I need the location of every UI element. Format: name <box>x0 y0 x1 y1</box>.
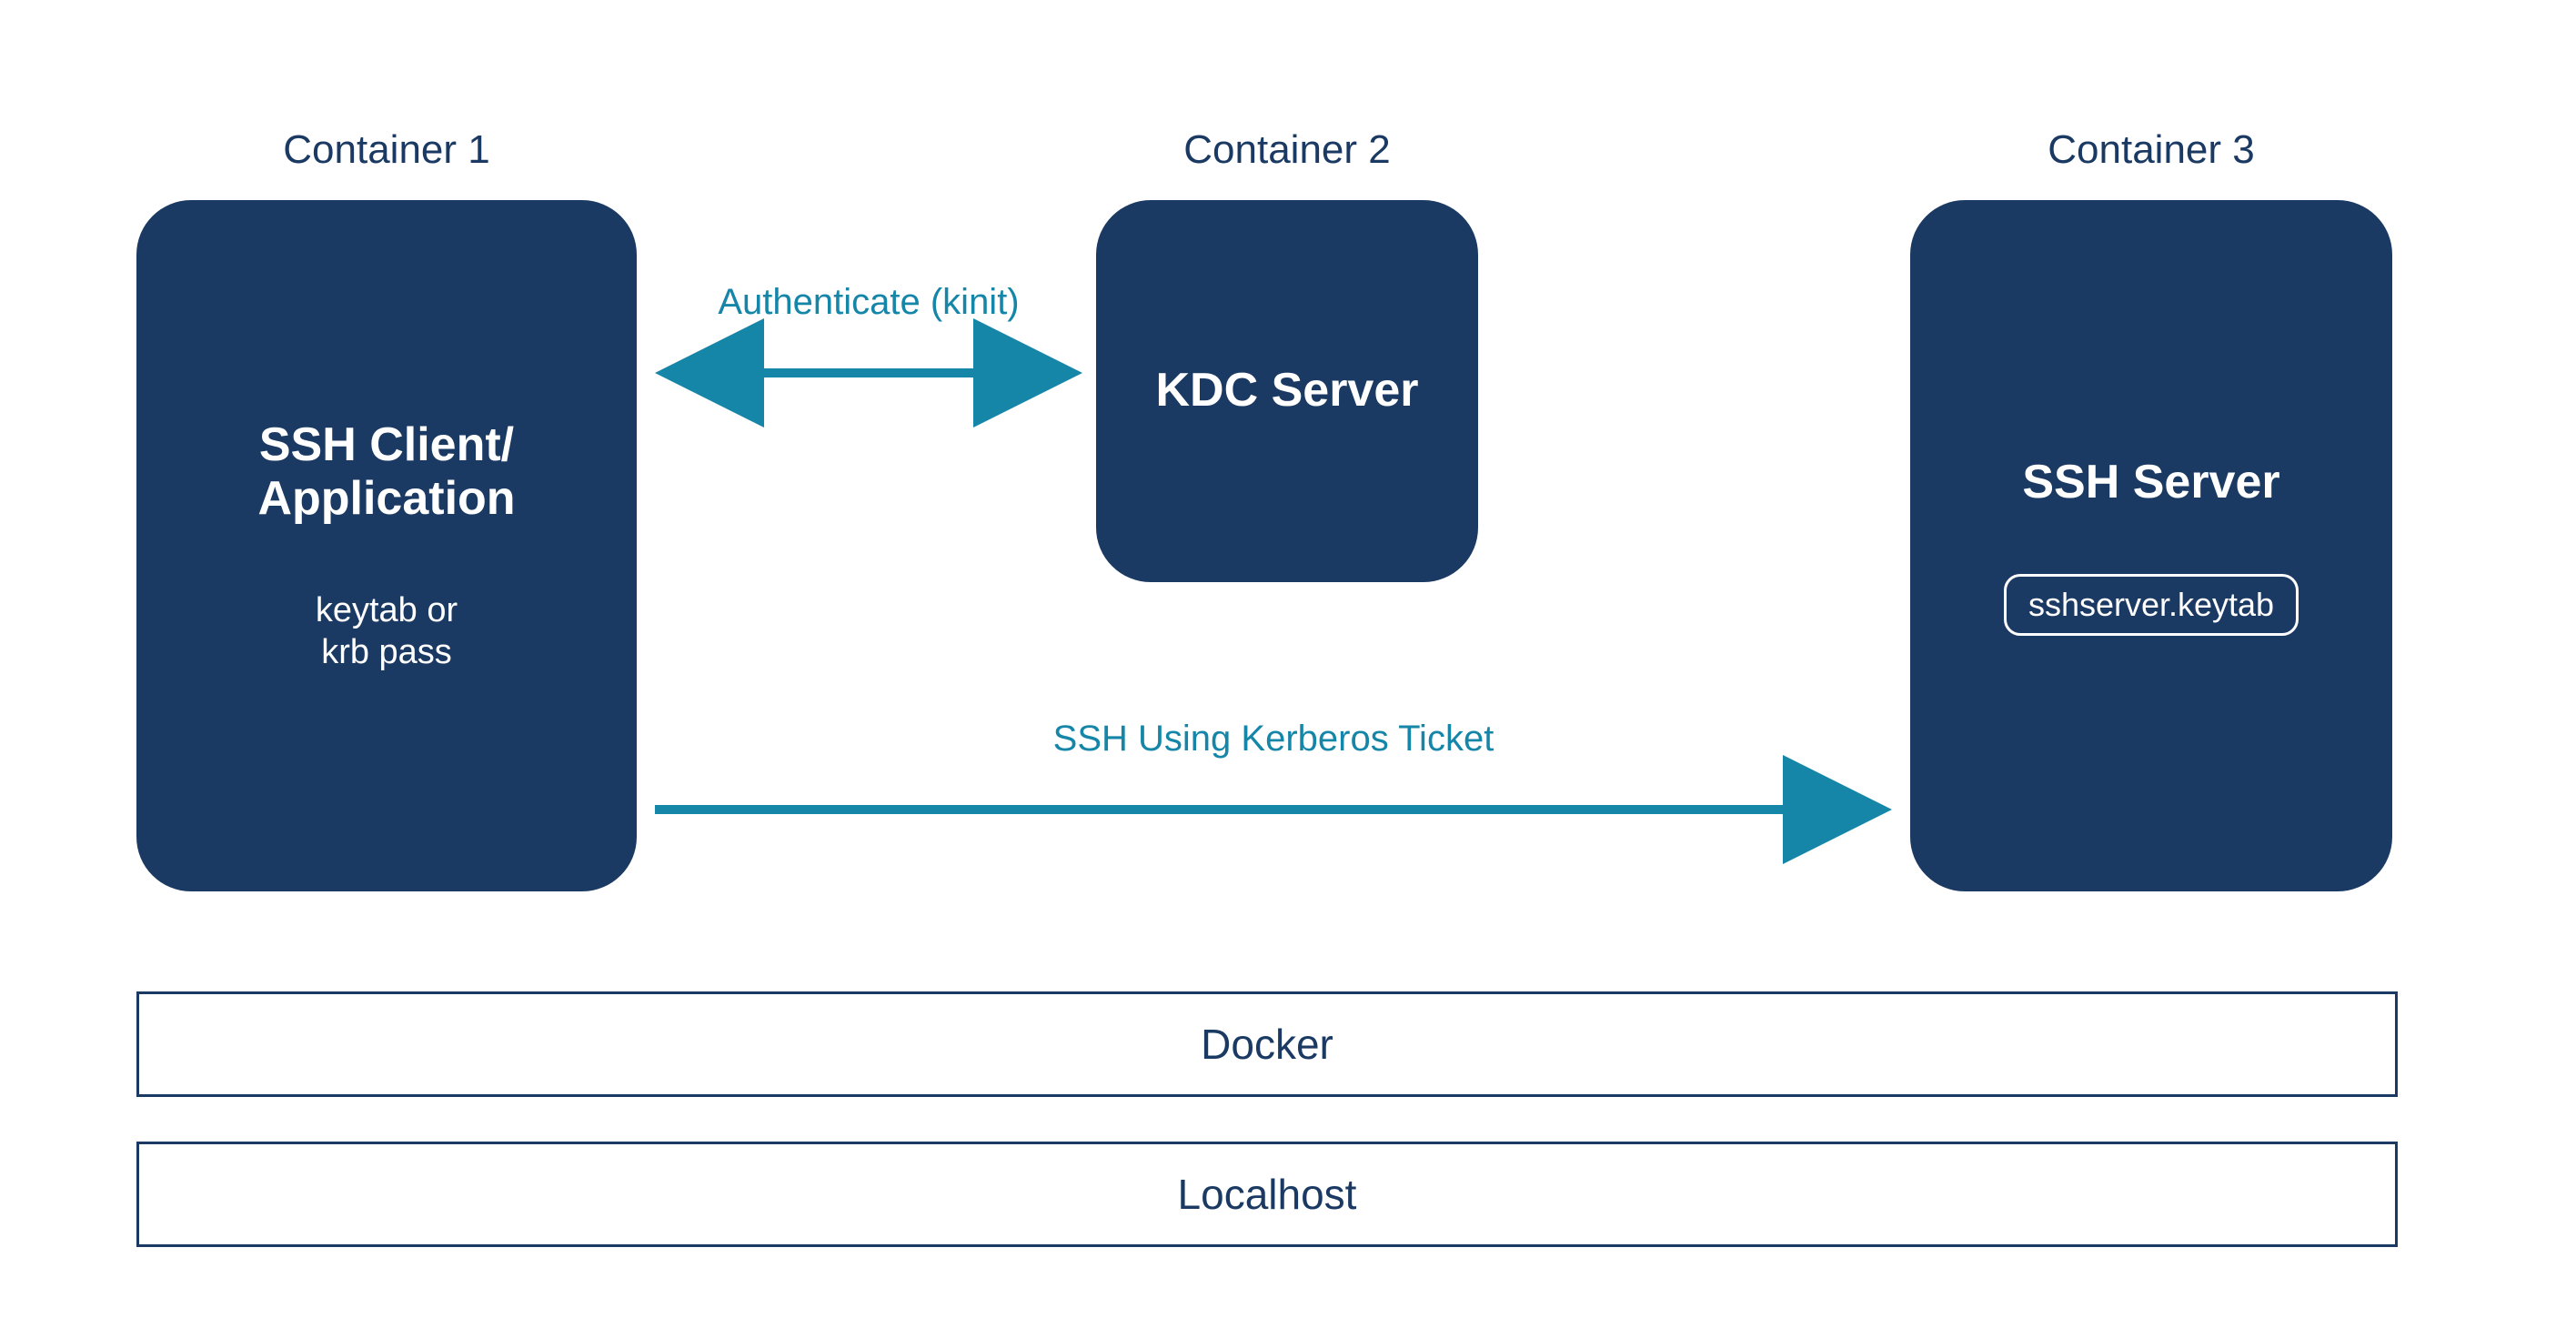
container3-label: Container 3 <box>1910 127 2392 173</box>
node-ssh-client-sub-line1: keytab or <box>316 591 458 629</box>
container1-label: Container 1 <box>136 127 637 173</box>
container2-label: Container 2 <box>1046 127 1528 173</box>
node-kdc-title: KDC Server <box>1155 364 1418 418</box>
arrow-auth-label: Authenticate (kinit) <box>655 282 1082 323</box>
node-ssh-server: SSH Server sshserver.keytab <box>1910 200 2392 891</box>
layer-docker: Docker <box>136 991 2398 1097</box>
node-ssh-client-sub-line2: krb pass <box>321 633 452 671</box>
arrow-ssh-label: SSH Using Kerberos Ticket <box>655 719 1892 760</box>
node-ssh-server-title: SSH Server <box>2022 456 2279 510</box>
node-ssh-client: SSH Client/ Application keytab or krb pa… <box>136 200 637 891</box>
node-ssh-client-title: SSH Client/ Application <box>257 418 515 528</box>
diagram-canvas: Container 1 Container 2 Container 3 SSH … <box>0 0 2576 1318</box>
node-ssh-client-title-line1: SSH Client/ <box>259 418 514 471</box>
arrow-auth-icon <box>655 346 1082 400</box>
node-ssh-client-sub: keytab or krb pass <box>316 590 458 673</box>
node-ssh-client-title-line2: Application <box>257 472 515 525</box>
arrow-ssh-icon <box>655 782 1892 837</box>
node-kdc-server: KDC Server <box>1096 200 1478 582</box>
sshserver-keytab-chip: sshserver.keytab <box>2004 574 2299 636</box>
layer-localhost: Localhost <box>136 1142 2398 1247</box>
